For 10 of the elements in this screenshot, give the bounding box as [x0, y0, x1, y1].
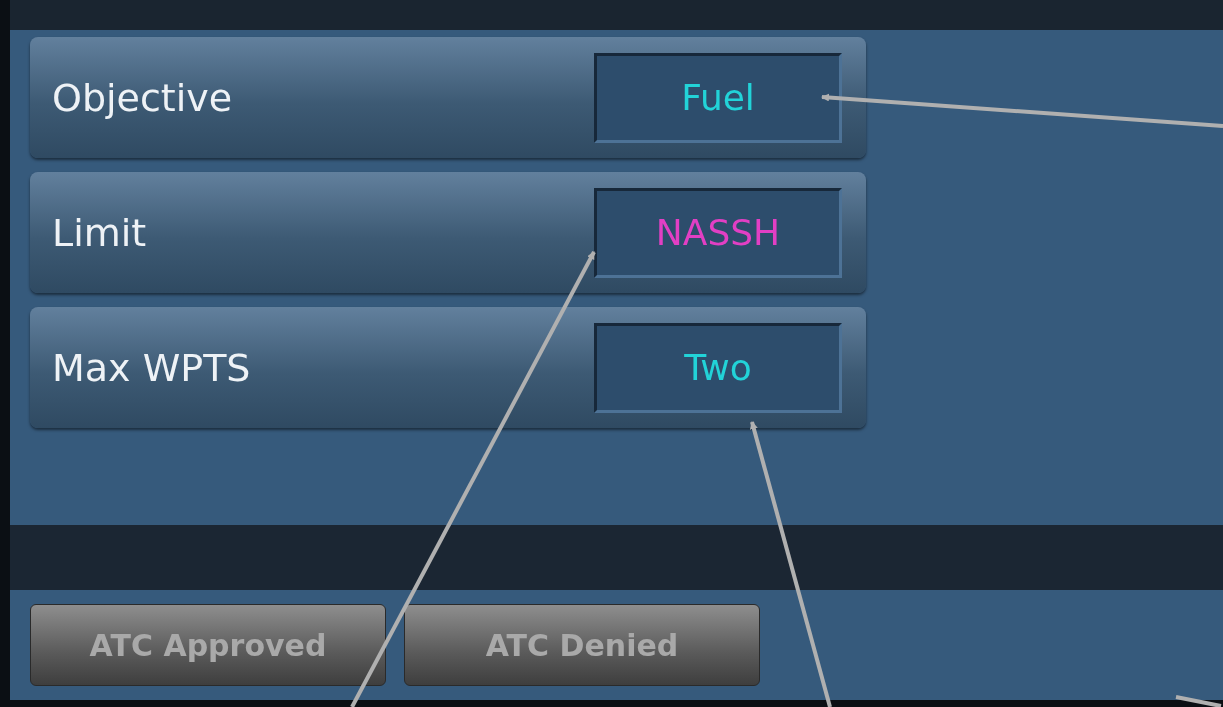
setting-value: NASSH: [594, 187, 842, 278]
setting-row[interactable]: Objective Fuel: [30, 37, 866, 158]
leader-line: [1175, 695, 1222, 707]
setting-row[interactable]: Limit NASSH: [30, 172, 866, 293]
setting-label: Objective: [52, 75, 233, 120]
setting-label: Max WPTS: [52, 345, 251, 390]
setting-label: Limit: [52, 210, 147, 255]
setting-row[interactable]: Max WPTS Two: [30, 307, 866, 428]
setting-value: Two: [594, 322, 842, 413]
setting-value: Fuel: [594, 52, 842, 143]
